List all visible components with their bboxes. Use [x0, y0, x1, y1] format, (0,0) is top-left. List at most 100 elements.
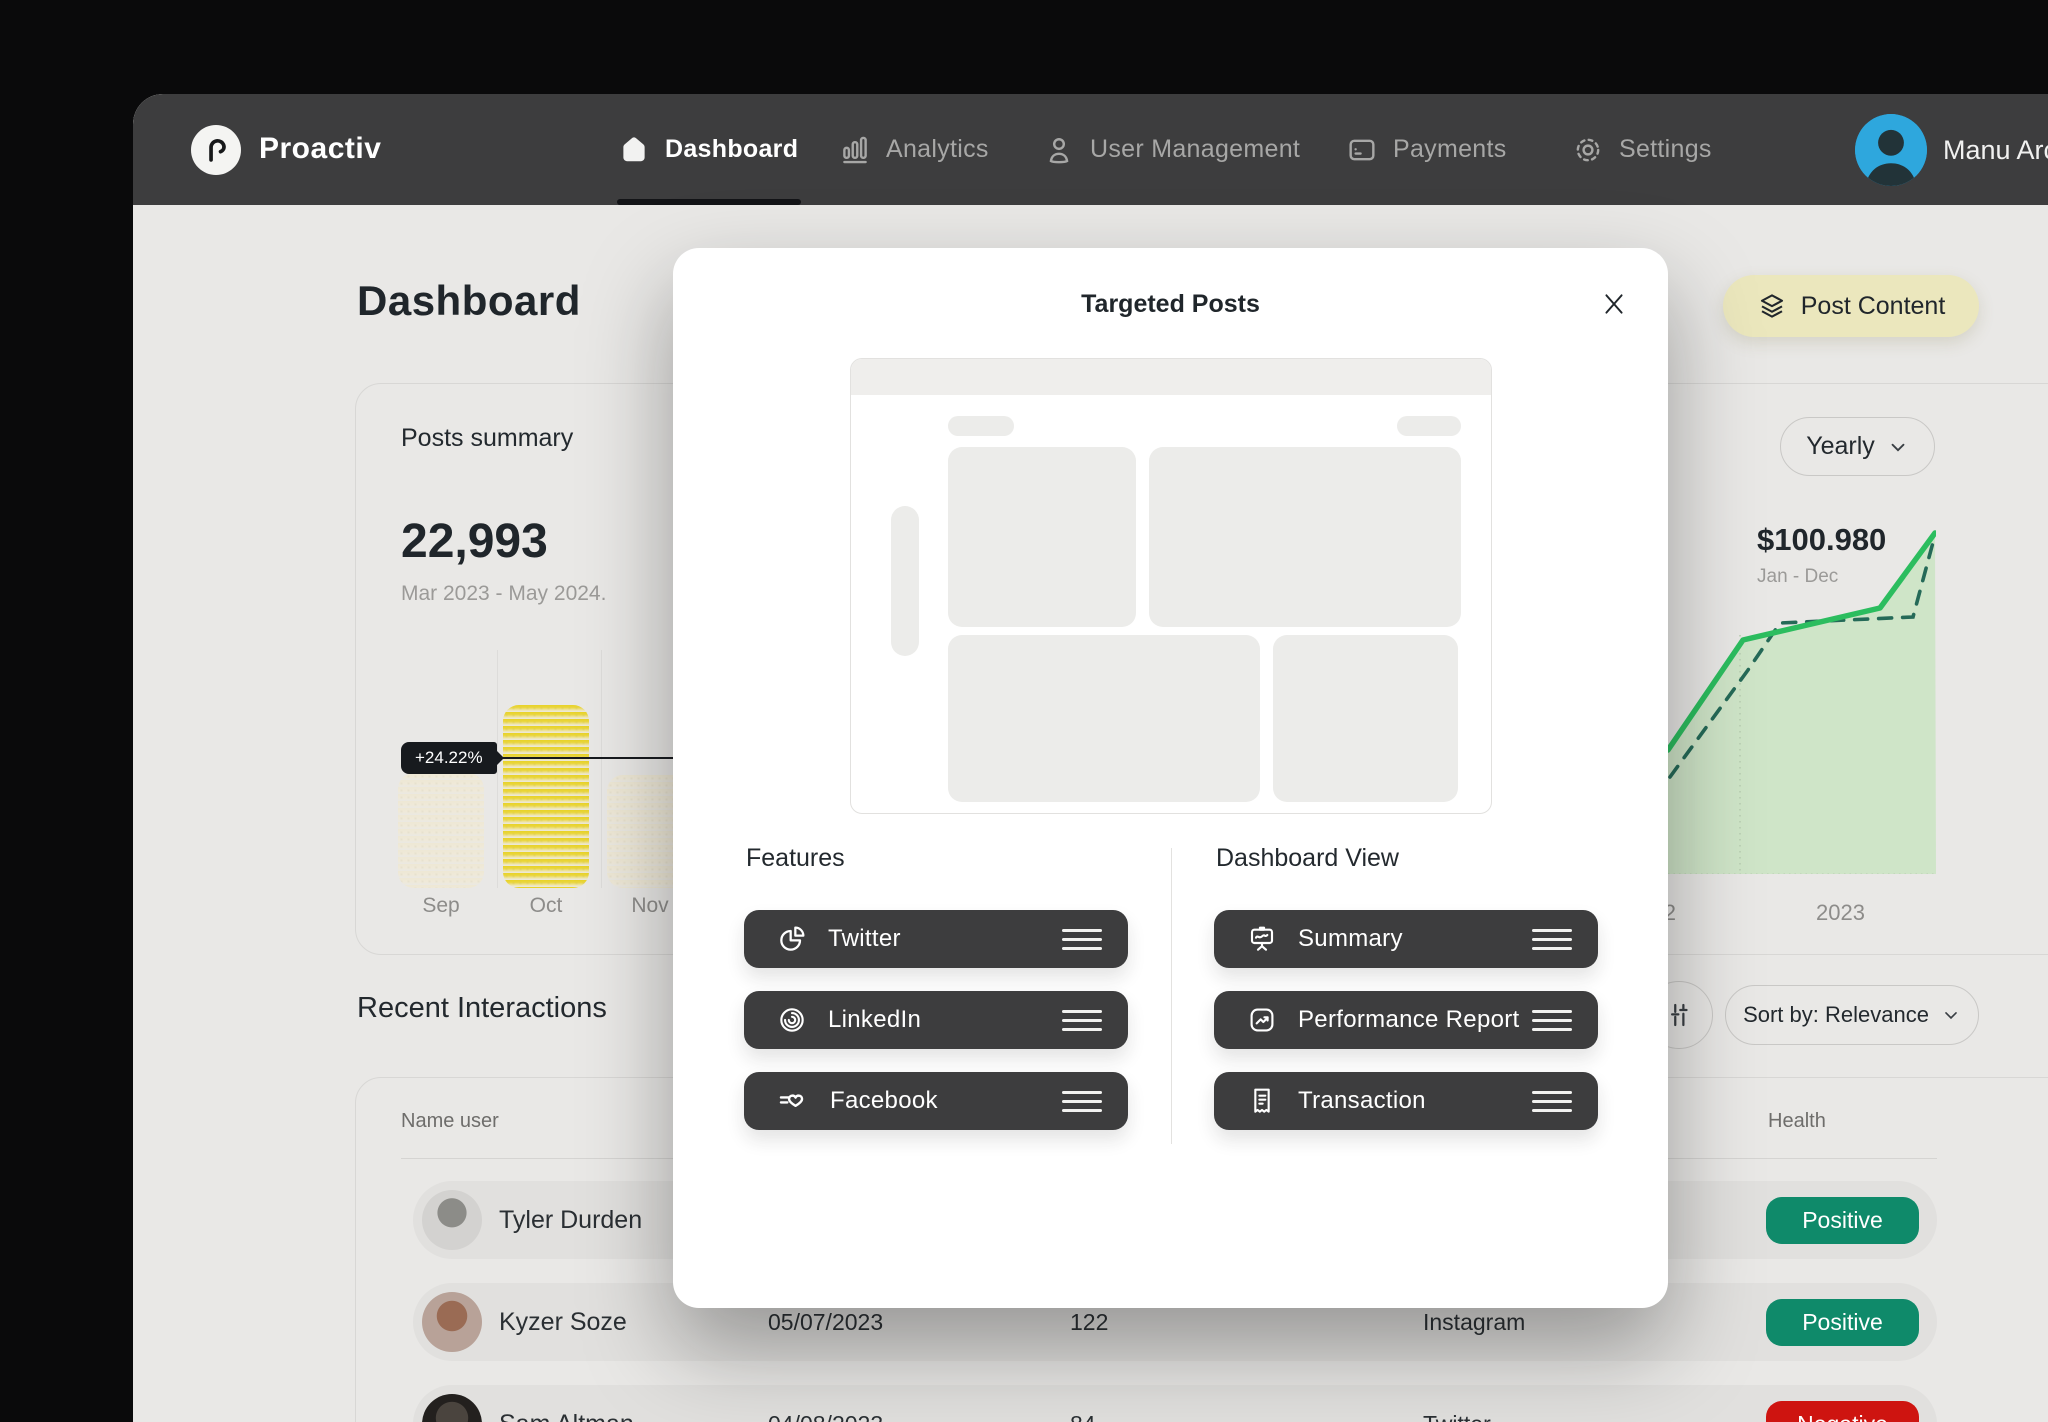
cell-name: Sam Altman	[499, 1385, 634, 1422]
nav-tab-label: User Management	[1090, 135, 1300, 164]
pill-label: Performance Report	[1298, 1006, 1520, 1034]
nav-tab-label: Dashboard	[665, 135, 798, 164]
posts-summary-title: Posts summary	[401, 424, 573, 453]
health-badge: Positive	[1766, 1197, 1919, 1244]
top-navigation: Proactiv Dashboard Analytics User Manageme…	[133, 94, 2048, 205]
nav-tab-dashboard[interactable]: Dashboard	[617, 94, 798, 205]
layers-icon	[1757, 291, 1787, 321]
modal-title: Targeted Posts	[673, 290, 1668, 319]
features-label: Features	[746, 844, 845, 873]
avatar	[422, 1292, 482, 1352]
pie-chart-icon	[776, 923, 808, 955]
dashboard-view-label: Dashboard View	[1216, 844, 1399, 873]
tooltip-reference-line	[495, 757, 673, 759]
trend-up-icon	[1246, 1004, 1278, 1036]
nav-tab-label: Analytics	[886, 135, 989, 164]
view-item-summary[interactable]: Summary	[1214, 910, 1598, 968]
chevron-down-icon	[1887, 436, 1909, 458]
nav-tab-analytics[interactable]: Analytics	[838, 94, 989, 205]
nav-tab-user-management[interactable]: User Management	[1042, 94, 1300, 205]
preview-block	[1149, 447, 1461, 627]
cell-date: 04/08/2023	[768, 1385, 883, 1422]
feature-item-linkedin[interactable]: LinkedIn	[744, 991, 1128, 1049]
column-header-name: Name user	[401, 1110, 499, 1133]
feature-item-facebook[interactable]: Facebook	[744, 1072, 1128, 1130]
user-avatar[interactable]	[1855, 114, 1927, 186]
table-row[interactable]: Sam Altman 04/08/2023 84 Twitter Negative	[413, 1385, 1937, 1422]
user-name[interactable]: Manu Arc	[1943, 135, 2048, 166]
credit-card-icon	[1345, 133, 1379, 167]
preview-sidebar-bar	[891, 506, 919, 656]
year-label: 2023	[1816, 900, 1865, 926]
presentation-icon	[1246, 923, 1278, 955]
feature-item-twitter[interactable]: Twitter	[744, 910, 1128, 968]
pill-label: Facebook	[830, 1087, 938, 1115]
posts-summary-range: Mar 2023 - May 2024.	[401, 582, 606, 606]
period-selector-value: Yearly	[1806, 432, 1875, 461]
bar-label: Sep	[398, 894, 484, 918]
period-selector[interactable]: Yearly	[1780, 417, 1935, 476]
nav-tab-payments[interactable]: Payments	[1345, 94, 1507, 205]
page-title: Dashboard	[357, 277, 581, 325]
chart-gridline	[497, 650, 498, 888]
person-icon	[1042, 133, 1076, 167]
view-item-performance-report[interactable]: Performance Report	[1214, 991, 1598, 1049]
column-header-health: Health	[1768, 1110, 1826, 1133]
cell-count: 84	[1070, 1385, 1096, 1422]
targeted-posts-modal: Targeted Posts Features Dashboard View T…	[673, 248, 1668, 1308]
health-badge: Positive	[1766, 1299, 1919, 1346]
drag-handle-icon[interactable]	[1062, 929, 1102, 950]
sort-by-label: Sort by: Relevance	[1743, 1002, 1929, 1028]
modal-divider	[1171, 848, 1172, 1144]
bar-sep	[398, 773, 484, 888]
pill-label: Summary	[1298, 925, 1403, 953]
revenue-value: $100.980	[1757, 522, 1886, 558]
view-item-transaction[interactable]: Transaction	[1214, 1072, 1598, 1130]
post-content-label: Post Content	[1801, 292, 1946, 321]
spiral-icon	[776, 1004, 808, 1036]
avatar	[422, 1394, 482, 1422]
cell-name: Tyler Durden	[499, 1181, 642, 1259]
bar-chart-tooltip: +24.22%	[401, 742, 497, 774]
drag-handle-icon[interactable]	[1532, 1010, 1572, 1031]
nav-tab-label: Payments	[1393, 135, 1507, 164]
post-content-button[interactable]: Post Content	[1723, 275, 1979, 337]
preview-pill	[1397, 416, 1461, 436]
posts-summary-value: 22,993	[401, 514, 548, 569]
revenue-range: Jan - Dec	[1757, 566, 1838, 588]
bar-label: Oct	[503, 894, 589, 918]
chart-gridline	[601, 650, 602, 888]
cell-platform: Twitter	[1423, 1385, 1491, 1422]
preview-block	[948, 447, 1136, 627]
pill-label: Twitter	[828, 925, 901, 953]
pill-label: Transaction	[1298, 1087, 1426, 1115]
cell-name: Kyzer Soze	[499, 1283, 627, 1361]
sort-by-dropdown[interactable]: Sort by: Relevance	[1725, 985, 1979, 1045]
health-badge: Negative	[1766, 1401, 1919, 1422]
close-icon[interactable]	[1596, 286, 1632, 322]
nav-tab-settings[interactable]: Settings	[1571, 94, 1712, 205]
list-heart-icon	[776, 1084, 810, 1118]
pill-label: LinkedIn	[828, 1006, 921, 1034]
receipt-icon	[1246, 1085, 1278, 1117]
chevron-down-icon	[1941, 1005, 1961, 1025]
sliders-icon	[1664, 1000, 1694, 1030]
preview-pill	[948, 416, 1014, 436]
drag-handle-icon[interactable]	[1062, 1091, 1102, 1112]
drag-handle-icon[interactable]	[1532, 1091, 1572, 1112]
recent-interactions-heading: Recent Interactions	[357, 992, 607, 1025]
preview-header-bar	[851, 359, 1491, 395]
drag-handle-icon[interactable]	[1062, 1010, 1102, 1031]
bar-chart-icon	[838, 133, 872, 167]
layout-preview	[850, 358, 1492, 814]
home-icon	[617, 133, 651, 167]
proactiv-logo-icon	[191, 125, 241, 175]
brand-name: Proactiv	[259, 132, 381, 166]
preview-block	[948, 635, 1260, 802]
nav-tab-label: Settings	[1619, 135, 1712, 164]
preview-block	[1273, 635, 1458, 802]
avatar	[422, 1190, 482, 1250]
active-tab-indicator	[617, 199, 801, 205]
gear-icon	[1571, 133, 1605, 167]
drag-handle-icon[interactable]	[1532, 929, 1572, 950]
